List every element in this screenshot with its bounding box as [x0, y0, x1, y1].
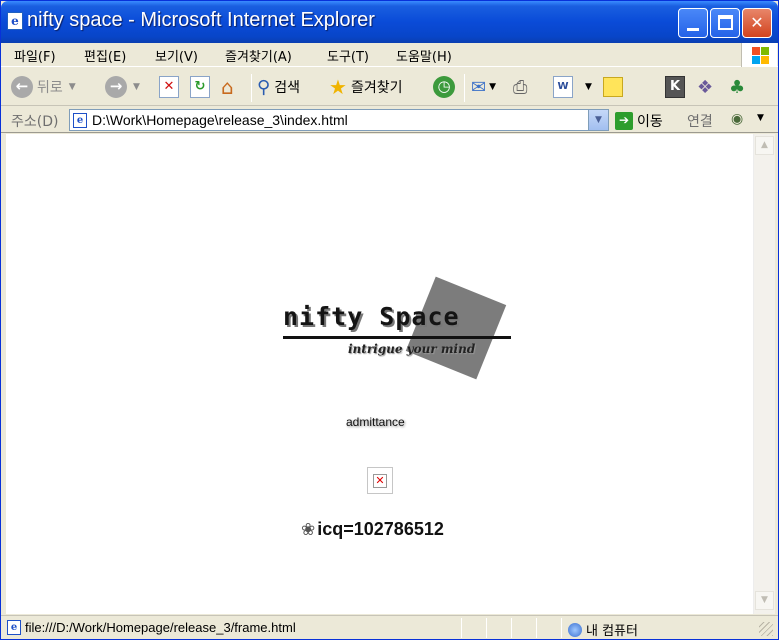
browser-window: e nifty space - Microsoft Internet Explo…: [0, 0, 779, 640]
address-label: 주소(D): [11, 114, 59, 130]
ie-document-icon: e: [7, 12, 23, 30]
note-icon: [603, 77, 623, 97]
favorites-button[interactable]: ★ 즐겨찾기: [329, 74, 402, 100]
minimize-icon: [687, 28, 699, 31]
menu-bar: 파일(F) 편집(E) 보기(V) 즐겨찾기(A) 도구(T) 도움말(H): [1, 43, 778, 67]
status-divider: [511, 618, 512, 638]
scroll-up-icon[interactable]: ▲: [755, 136, 774, 155]
logo-underline: [283, 336, 511, 339]
mail-dropdown-icon[interactable]: ▼: [489, 82, 496, 92]
go-arrow-icon: ➔: [615, 112, 633, 130]
star-icon: ★: [329, 75, 347, 99]
links-dropdown-icon[interactable]: ▼: [757, 113, 764, 123]
mail-icon: ✉: [471, 76, 487, 98]
zone-label: 내 컴퓨터: [586, 624, 638, 639]
menu-edit[interactable]: 편집(E): [84, 46, 126, 65]
admittance-link[interactable]: admittance: [346, 415, 405, 429]
vertical-scrollbar[interactable]: ▲ ▼: [753, 134, 775, 614]
research-icon: ❖: [697, 76, 714, 98]
history-button[interactable]: ◷: [433, 74, 455, 100]
k-toolbar-button[interactable]: K: [665, 74, 685, 100]
stop-button[interactable]: ✕: [159, 74, 179, 100]
stop-icon: ✕: [159, 76, 179, 98]
forward-button[interactable]: → ▼: [105, 74, 140, 100]
window-title: nifty space - Microsoft Internet Explore…: [27, 9, 375, 31]
address-value[interactable]: D:\Work\Homepage\release_3\index.html: [92, 112, 348, 128]
discuss-button[interactable]: [603, 74, 623, 100]
resize-grip-icon[interactable]: [759, 622, 773, 636]
standard-toolbar: ← 뒤로 ▼ → ▼ ✕ ↻ ⌂ ⚲ 검색 ★ 즐겨찾기 ◷ ✉ ▼ ⎙ W ▼…: [1, 68, 778, 106]
home-button[interactable]: ⌂: [221, 74, 234, 100]
page-content: nifty Space intrigue your mind admittanc…: [6, 134, 753, 614]
edit-button[interactable]: W ▼: [553, 74, 592, 100]
toolbar-separator: [251, 74, 252, 102]
word-edit-icon: W: [553, 76, 573, 98]
icq-number: icq=102786512: [317, 519, 444, 539]
maximize-button[interactable]: [710, 8, 740, 38]
k-icon: K: [665, 76, 685, 98]
mail-button[interactable]: ✉ ▼: [471, 74, 496, 100]
print-button[interactable]: ⎙: [513, 74, 527, 100]
maximize-icon: [718, 15, 733, 30]
print-icon: ⎙: [513, 76, 528, 98]
page-icon: e: [73, 113, 87, 128]
status-divider: [561, 618, 562, 638]
icq-info: ❀ icq=102786512: [301, 519, 444, 540]
scroll-down-icon[interactable]: ▼: [755, 591, 774, 610]
search-button[interactable]: ⚲ 검색: [257, 74, 300, 100]
nifty-space-logo: nifty Space intrigue your mind: [281, 276, 521, 392]
search-label: 검색: [274, 80, 300, 96]
toolbar-separator: [464, 74, 465, 102]
edit-dropdown-icon[interactable]: ▼: [585, 82, 592, 92]
back-button[interactable]: ← 뒤로 ▼: [11, 74, 76, 100]
back-arrow-icon: ←: [11, 76, 33, 98]
forward-dropdown-icon[interactable]: ▼: [133, 82, 140, 92]
messenger-button[interactable]: ♣: [729, 74, 745, 100]
favorites-label: 즐겨찾기: [350, 80, 403, 96]
my-computer-icon: [568, 622, 582, 637]
links-label[interactable]: 연결: [687, 111, 713, 131]
go-button[interactable]: ➔ 이동: [615, 111, 663, 131]
status-page-icon: e: [7, 620, 21, 635]
status-text: file:///D:/Work/Homepage/release_3/frame…: [25, 620, 296, 635]
back-dropdown-icon[interactable]: ▼: [69, 82, 76, 92]
close-button[interactable]: ✕: [742, 8, 772, 38]
icq-flower-icon: ❀: [301, 519, 316, 540]
status-divider: [536, 618, 537, 638]
status-divider: [486, 618, 487, 638]
windows-logo-icon: [741, 43, 777, 67]
menu-file[interactable]: 파일(F): [14, 46, 56, 65]
go-label: 이동: [637, 114, 663, 130]
search-icon: ⚲: [257, 76, 271, 98]
logo-text: nifty Space: [283, 302, 460, 331]
refresh-button[interactable]: ↻: [190, 74, 210, 100]
menu-tools[interactable]: 도구(T): [327, 46, 369, 65]
home-icon: ⌂: [221, 75, 234, 99]
broken-image-icon: ✕: [373, 474, 387, 488]
address-input[interactable]: e D:\Work\Homepage\release_3\index.html …: [69, 109, 609, 131]
minimize-button[interactable]: [678, 8, 708, 38]
menu-help[interactable]: 도움말(H): [396, 46, 452, 65]
broken-image: ✕: [367, 467, 393, 494]
research-button[interactable]: ❖: [697, 74, 713, 100]
history-icon: ◷: [433, 76, 455, 98]
status-bar: e file:///D:/Work/Homepage/release_3/fra…: [1, 615, 778, 639]
status-divider: [461, 618, 462, 638]
menu-favorites[interactable]: 즐겨찾기(A): [225, 46, 292, 65]
security-zone: 내 컴퓨터: [568, 620, 638, 639]
links-toolbar-icon[interactable]: ◉: [731, 111, 743, 127]
address-bar: 주소(D) e D:\Work\Homepage\release_3\index…: [1, 107, 778, 133]
title-bar[interactable]: e nifty space - Microsoft Internet Explo…: [1, 1, 778, 43]
menu-view[interactable]: 보기(V): [155, 46, 198, 65]
refresh-icon: ↻: [190, 76, 210, 98]
forward-arrow-icon: →: [105, 76, 127, 98]
logo-tagline: intrigue your mind: [348, 342, 476, 356]
address-dropdown-icon[interactable]: ▼: [588, 110, 608, 130]
messenger-icon: ♣: [729, 76, 746, 98]
back-label: 뒤로: [37, 80, 63, 96]
